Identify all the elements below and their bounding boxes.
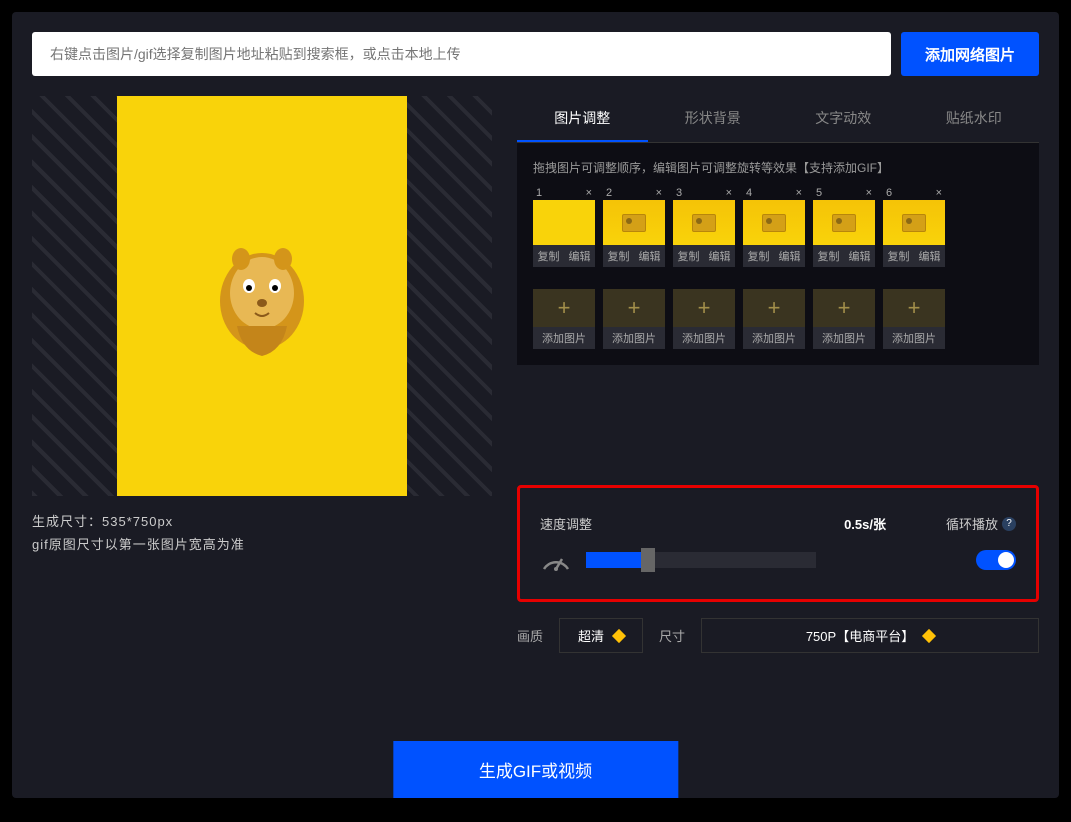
add-image-slot[interactable]: +添加图片: [813, 289, 875, 349]
tab-text-anim[interactable]: 文字动效: [778, 96, 909, 142]
quality-label: 画质: [517, 626, 543, 645]
thumb-1[interactable]: 1× 复制编辑: [533, 186, 595, 267]
plus-icon: +: [743, 289, 805, 327]
speed-slider[interactable]: [586, 552, 816, 568]
close-icon[interactable]: ×: [936, 187, 942, 199]
help-icon[interactable]: ?: [1002, 517, 1016, 531]
copy-button[interactable]: 复制: [533, 245, 564, 267]
output-size-note: gif原图尺寸以第一张图片宽高为准: [32, 533, 492, 556]
thumb-6[interactable]: 6× 复制编辑: [883, 186, 945, 267]
close-icon[interactable]: ×: [656, 187, 662, 199]
add-image-slot[interactable]: +添加图片: [743, 289, 805, 349]
diamond-icon: [922, 628, 936, 642]
size-select[interactable]: 750P【电商平台】: [701, 618, 1039, 653]
copy-button[interactable]: 复制: [743, 245, 774, 267]
close-icon[interactable]: ×: [586, 187, 592, 199]
close-icon[interactable]: ×: [726, 187, 732, 199]
preview-area: [32, 96, 492, 496]
lion-image: [207, 221, 317, 371]
edit-button[interactable]: 编辑: [704, 245, 735, 267]
thumb-3[interactable]: 3× 复制编辑: [673, 186, 735, 267]
edit-button[interactable]: 编辑: [914, 245, 945, 267]
quality-select[interactable]: 超清: [559, 618, 643, 653]
edit-button[interactable]: 编辑: [844, 245, 875, 267]
loop-label: 循环播放: [946, 514, 998, 533]
speed-settings-box: 速度调整 0.5s/张 循环播放 ?: [517, 485, 1039, 602]
copy-button[interactable]: 复制: [603, 245, 634, 267]
tab-shape-bg[interactable]: 形状背景: [648, 96, 779, 142]
add-image-slot[interactable]: +添加图片: [533, 289, 595, 349]
output-size-label: 生成尺寸：535*750px: [32, 510, 492, 533]
add-network-image-button[interactable]: 添加网络图片: [901, 32, 1039, 76]
plus-icon: +: [673, 289, 735, 327]
tabs: 图片调整 形状背景 文字动效 贴纸水印: [517, 96, 1039, 143]
copy-button[interactable]: 复制: [883, 245, 914, 267]
add-image-slot[interactable]: +添加图片: [883, 289, 945, 349]
copy-button[interactable]: 复制: [813, 245, 844, 267]
add-image-slot[interactable]: +添加图片: [673, 289, 735, 349]
thumb-5[interactable]: 5× 复制编辑: [813, 186, 875, 267]
url-input[interactable]: [32, 32, 891, 76]
copy-button[interactable]: 复制: [673, 245, 704, 267]
plus-icon: +: [603, 289, 665, 327]
thumb-4[interactable]: 4× 复制编辑: [743, 186, 805, 267]
generate-button[interactable]: 生成GIF或视频: [393, 741, 678, 798]
canvas: [117, 96, 407, 496]
thumb-2[interactable]: 2× 复制编辑: [603, 186, 665, 267]
tab-image-adjust[interactable]: 图片调整: [517, 96, 648, 142]
size-label: 尺寸: [659, 626, 685, 645]
speed-label: 速度调整: [540, 514, 592, 533]
panel-hint: 拖拽图片可调整顺序，编辑图片可调整旋转等效果【支持添加GIF】: [533, 159, 1023, 176]
add-image-slot[interactable]: +添加图片: [603, 289, 665, 349]
plus-icon: +: [813, 289, 875, 327]
plus-icon: +: [883, 289, 945, 327]
close-icon[interactable]: ×: [796, 187, 802, 199]
speed-value: 0.5s/张: [844, 514, 886, 533]
gauge-icon: [540, 547, 572, 573]
plus-icon: +: [533, 289, 595, 327]
tab-sticker[interactable]: 贴纸水印: [909, 96, 1040, 142]
edit-button[interactable]: 编辑: [774, 245, 805, 267]
edit-button[interactable]: 编辑: [564, 245, 595, 267]
diamond-icon: [612, 628, 626, 642]
loop-toggle[interactable]: [976, 550, 1016, 570]
edit-button[interactable]: 编辑: [634, 245, 665, 267]
close-icon[interactable]: ×: [866, 187, 872, 199]
